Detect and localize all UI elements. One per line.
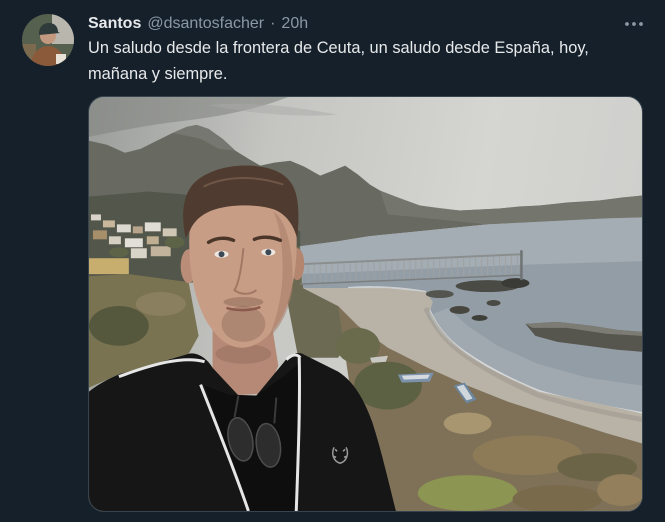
house <box>90 214 101 221</box>
beach-rock <box>449 305 470 314</box>
stubble <box>221 305 266 342</box>
avatar[interactable] <box>22 14 74 66</box>
rock <box>425 290 454 299</box>
house <box>124 238 143 248</box>
green-grass <box>417 475 518 511</box>
bush <box>135 292 186 316</box>
rock <box>501 278 530 289</box>
house <box>92 230 107 240</box>
tan-rock <box>443 412 492 435</box>
separator-dot: · <box>270 15 276 32</box>
mustache <box>223 297 264 307</box>
house <box>108 236 121 245</box>
house <box>150 246 171 257</box>
more-icon[interactable] <box>622 14 646 34</box>
tree <box>164 236 185 249</box>
house <box>162 228 177 237</box>
house <box>146 236 159 245</box>
dot <box>632 22 636 26</box>
house <box>130 248 147 259</box>
tweet-header: Santos @dsantosfacher · 20h <box>88 14 308 34</box>
house <box>144 222 161 232</box>
iris <box>218 251 225 258</box>
yellow-building <box>89 258 129 275</box>
sky-clouds <box>89 97 339 137</box>
author-name[interactable]: Santos <box>88 15 141 32</box>
shrub <box>354 361 422 410</box>
tree <box>108 247 129 258</box>
tweet-photo[interactable] <box>88 96 643 512</box>
house <box>132 226 143 234</box>
avatar-photo <box>22 14 74 66</box>
more-horizontal-icon <box>625 22 643 26</box>
avatar-paper <box>56 54 66 64</box>
house <box>102 220 115 228</box>
iris <box>265 249 272 256</box>
photo-scene <box>89 97 642 511</box>
author-handle[interactable]: @dsantosfacher <box>147 15 264 32</box>
house <box>116 224 131 233</box>
tweet-timestamp[interactable]: 20h <box>281 15 308 32</box>
bush <box>89 305 149 346</box>
dot <box>625 22 629 26</box>
dot <box>639 22 643 26</box>
beach-rock <box>486 300 501 306</box>
tweet[interactable]: Santos @dsantosfacher · 20h Un saludo desde… <box>0 0 665 522</box>
beach-rock <box>471 314 488 321</box>
tweet-text: Un saludo desde la frontera de Ceuta, un… <box>88 39 589 83</box>
